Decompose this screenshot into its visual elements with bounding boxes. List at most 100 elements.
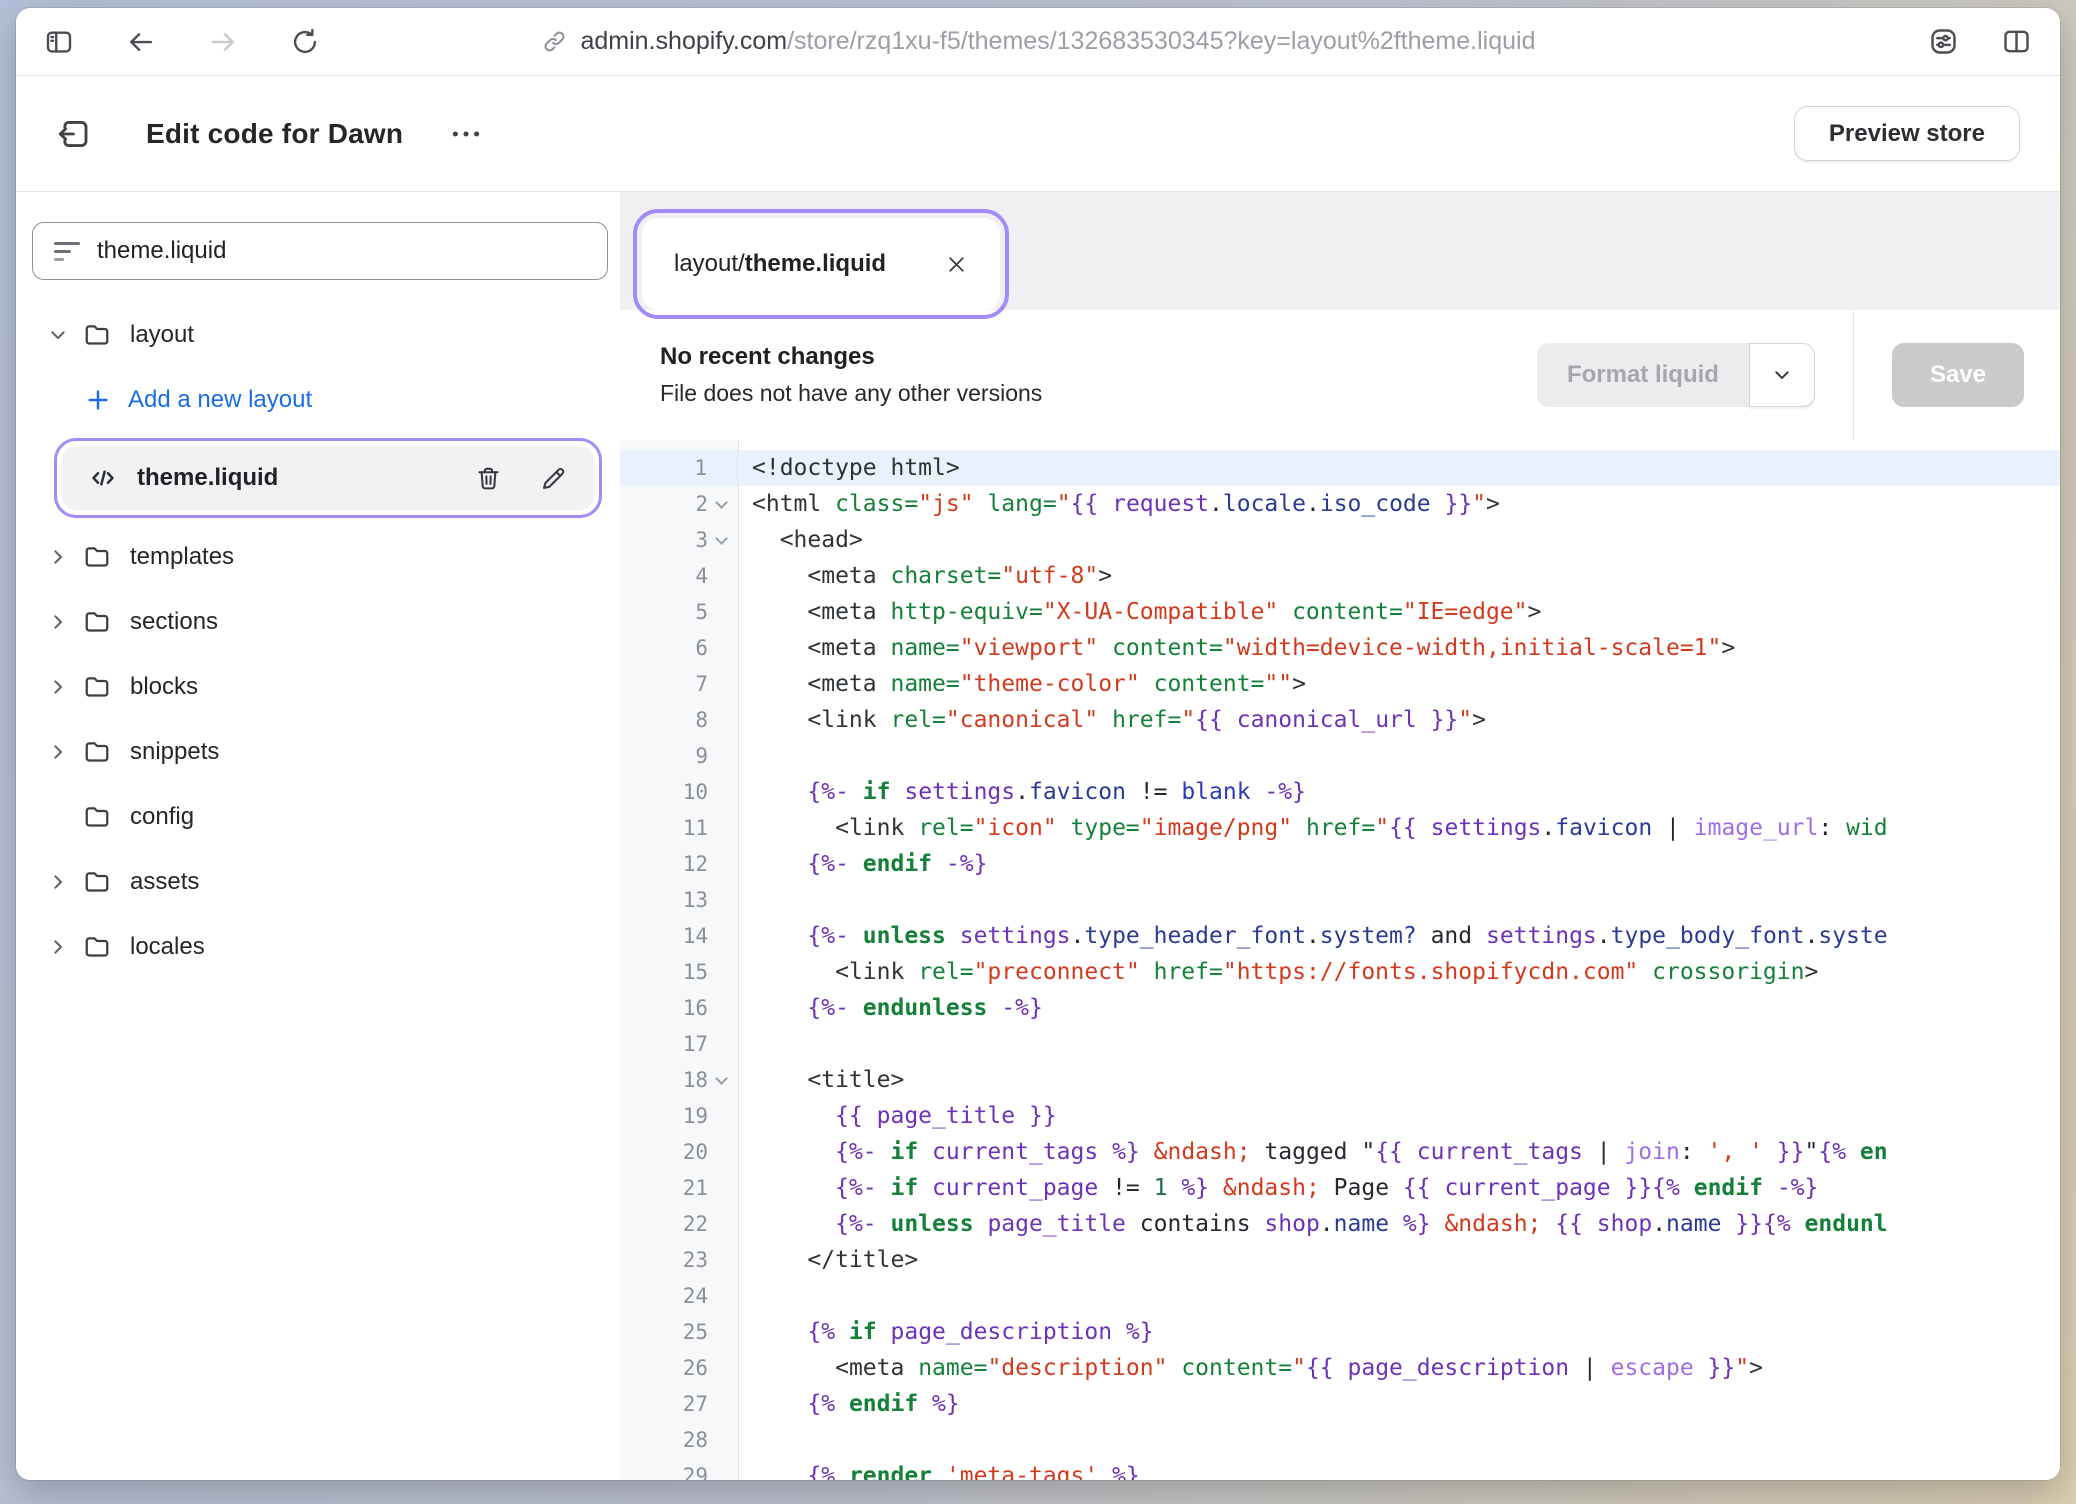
line-number[interactable]: 28 [620, 1422, 738, 1458]
code-line-9[interactable]: 9 [620, 738, 2060, 774]
tab-layout-theme-liquid[interactable]: layout/theme.liquid [642, 218, 1000, 310]
line-number[interactable]: 6 [620, 630, 738, 666]
code-line-19[interactable]: 19 {{ page_title }} [620, 1098, 2060, 1134]
more-actions-icon[interactable] [449, 117, 483, 151]
line-number[interactable]: 23 [620, 1242, 738, 1278]
line-number[interactable]: 17 [620, 1026, 738, 1062]
code-line-29[interactable]: 29 {% render 'meta-tags' %} [620, 1458, 2060, 1480]
code-line-1[interactable]: 1<!doctype html> [620, 450, 2060, 486]
line-number[interactable]: 25 [620, 1314, 738, 1350]
line-number[interactable]: 7 [620, 666, 738, 702]
line-number[interactable]: 27 [620, 1386, 738, 1422]
folder-item-locales[interactable]: locales [32, 914, 608, 979]
file-search-input[interactable] [97, 237, 586, 265]
folder-item-blocks[interactable]: blocks [32, 654, 608, 719]
file-search-box[interactable] [32, 222, 608, 280]
line-number[interactable]: 1 [620, 450, 738, 486]
line-number[interactable]: 24 [620, 1278, 738, 1314]
code-line-23[interactable]: 23 </title> [620, 1242, 2060, 1278]
line-number[interactable]: 12 [620, 846, 738, 882]
sidebar-toggle-icon[interactable] [44, 27, 74, 57]
forward-arrow-icon[interactable] [208, 27, 238, 57]
code-line-28[interactable]: 28 [620, 1422, 2060, 1458]
preview-store-button[interactable]: Preview store [1794, 106, 2020, 161]
save-button[interactable]: Save [1892, 343, 2024, 407]
code-content: {% if page_description %} [738, 1314, 1154, 1350]
line-number[interactable]: 14 [620, 918, 738, 954]
line-number[interactable]: 9 [620, 738, 738, 774]
code-editor[interactable]: 1<!doctype html>2<html class="js" lang="… [620, 440, 2060, 1480]
line-number[interactable]: 10 [620, 774, 738, 810]
code-line-17[interactable]: 17 [620, 1026, 2060, 1062]
fold-caret-empty [708, 882, 734, 918]
code-line-22[interactable]: 22 {%- unless page_title contains shop.n… [620, 1206, 2060, 1242]
line-number[interactable]: 26 [620, 1350, 738, 1386]
code-line-10[interactable]: 10 {%- if settings.favicon != blank -%} [620, 774, 2060, 810]
folder-item-layout[interactable]: layout [32, 302, 608, 367]
back-arrow-icon[interactable] [126, 27, 156, 57]
line-number[interactable]: 29 [620, 1458, 738, 1480]
rename-file-icon[interactable] [539, 464, 568, 493]
line-number[interactable]: 15 [620, 954, 738, 990]
folder-item-config[interactable]: config [32, 784, 608, 849]
line-number[interactable]: 2 [620, 486, 738, 522]
file-item-theme-liquid[interactable]: theme.liquid [62, 446, 594, 510]
code-line-2[interactable]: 2<html class="js" lang="{{ request.local… [620, 486, 2060, 522]
code-line-24[interactable]: 24 [620, 1278, 2060, 1314]
filter-icon [54, 242, 80, 261]
line-number[interactable]: 5 [620, 594, 738, 630]
fold-caret-icon[interactable] [708, 486, 734, 522]
line-number[interactable]: 4 [620, 558, 738, 594]
folder-item-sections[interactable]: sections [32, 589, 608, 654]
code-line-27[interactable]: 27 {% endif %} [620, 1386, 2060, 1422]
code-line-4[interactable]: 4 <meta charset="utf-8"> [620, 558, 2060, 594]
code-line-20[interactable]: 20 {%- if current_tags %} &ndash; tagged… [620, 1134, 2060, 1170]
line-number[interactable]: 16 [620, 990, 738, 1026]
code-line-14[interactable]: 14 {%- unless settings.type_header_font.… [620, 918, 2060, 954]
format-options-button[interactable] [1749, 343, 1815, 407]
code-content [738, 1026, 752, 1062]
format-liquid-button[interactable]: Format liquid [1537, 343, 1749, 407]
code-line-13[interactable]: 13 [620, 882, 2060, 918]
code-line-21[interactable]: 21 {%- if current_page != 1 %} &ndash; P… [620, 1170, 2060, 1206]
add-new-layout-button[interactable]: Add a new layout [32, 367, 608, 432]
code-line-11[interactable]: 11 <link rel="icon" type="image/png" hre… [620, 810, 2060, 846]
code-content: {%- if settings.favicon != blank -%} [738, 774, 1306, 810]
split-view-icon[interactable] [2001, 26, 2032, 57]
code-line-8[interactable]: 8 <link rel="canonical" href="{{ canonic… [620, 702, 2060, 738]
folder-item-templates[interactable]: templates [32, 524, 608, 589]
code-line-5[interactable]: 5 <meta http-equiv="X-UA-Compatible" con… [620, 594, 2060, 630]
fold-caret-empty [708, 1458, 734, 1480]
code-line-15[interactable]: 15 <link rel="preconnect" href="https://… [620, 954, 2060, 990]
version-status: No recent changes File does not have any… [660, 343, 1042, 407]
fold-caret-icon[interactable] [708, 522, 734, 558]
editor-header: No recent changes File does not have any… [620, 310, 2060, 440]
line-number[interactable]: 20 [620, 1134, 738, 1170]
line-number[interactable]: 11 [620, 810, 738, 846]
folder-item-assets[interactable]: assets [32, 849, 608, 914]
line-number[interactable]: 18 [620, 1062, 738, 1098]
code-line-25[interactable]: 25 {% if page_description %} [620, 1314, 2060, 1350]
page-settings-icon[interactable] [1928, 26, 1959, 57]
code-content: <meta http-equiv="X-UA-Compatible" conte… [738, 594, 1541, 630]
code-line-12[interactable]: 12 {%- endif -%} [620, 846, 2060, 882]
code-line-16[interactable]: 16 {%- endunless -%} [620, 990, 2060, 1026]
exit-editor-icon[interactable] [56, 116, 92, 152]
address-bar[interactable]: admin.shopify.com/store/rzq1xu-f5/themes… [374, 27, 1702, 56]
code-line-26[interactable]: 26 <meta name="description" content="{{ … [620, 1350, 2060, 1386]
line-number[interactable]: 13 [620, 882, 738, 918]
folder-item-snippets[interactable]: snippets [32, 719, 608, 784]
line-number[interactable]: 8 [620, 702, 738, 738]
line-number[interactable]: 22 [620, 1206, 738, 1242]
close-tab-icon[interactable] [945, 253, 968, 276]
delete-file-icon[interactable] [474, 464, 503, 493]
code-line-3[interactable]: 3 <head> [620, 522, 2060, 558]
code-line-7[interactable]: 7 <meta name="theme-color" content=""> [620, 666, 2060, 702]
reload-icon[interactable] [290, 27, 320, 57]
fold-caret-icon[interactable] [708, 1062, 734, 1098]
line-number[interactable]: 21 [620, 1170, 738, 1206]
code-line-18[interactable]: 18 <title> [620, 1062, 2060, 1098]
code-line-6[interactable]: 6 <meta name="viewport" content="width=d… [620, 630, 2060, 666]
line-number[interactable]: 3 [620, 522, 738, 558]
line-number[interactable]: 19 [620, 1098, 738, 1134]
